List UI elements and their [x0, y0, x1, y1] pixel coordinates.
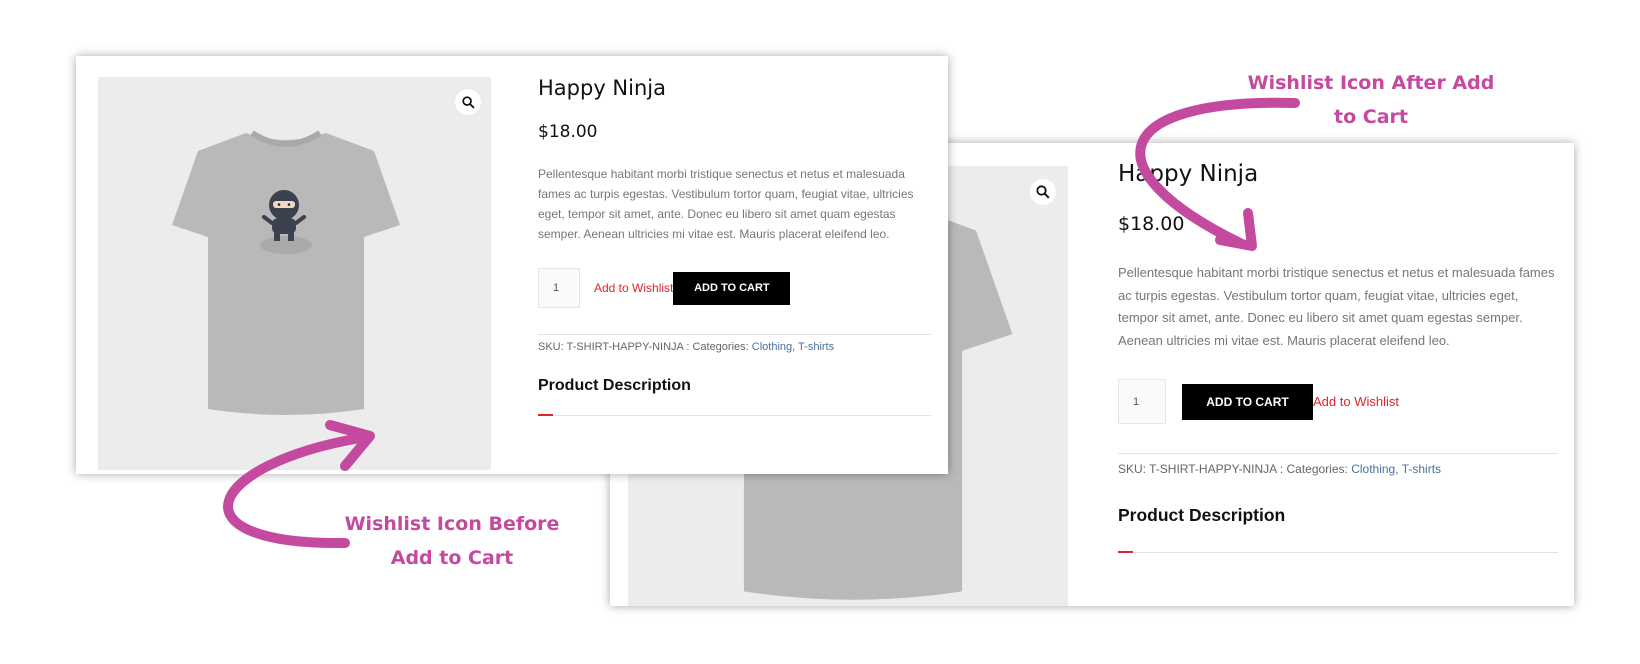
callout-before-line-2: Add to Cart [390, 547, 514, 569]
callout-before: Wishlist Icon Before Add to Cart [336, 507, 568, 575]
callout-after-line-2: to Cart [1334, 106, 1408, 128]
callout-after: Wishlist Icon After Add to Cart [1236, 66, 1506, 134]
callout-before-line-1: Wishlist Icon Before [344, 513, 560, 535]
callout-after-line-1: Wishlist Icon After Add [1247, 72, 1495, 94]
